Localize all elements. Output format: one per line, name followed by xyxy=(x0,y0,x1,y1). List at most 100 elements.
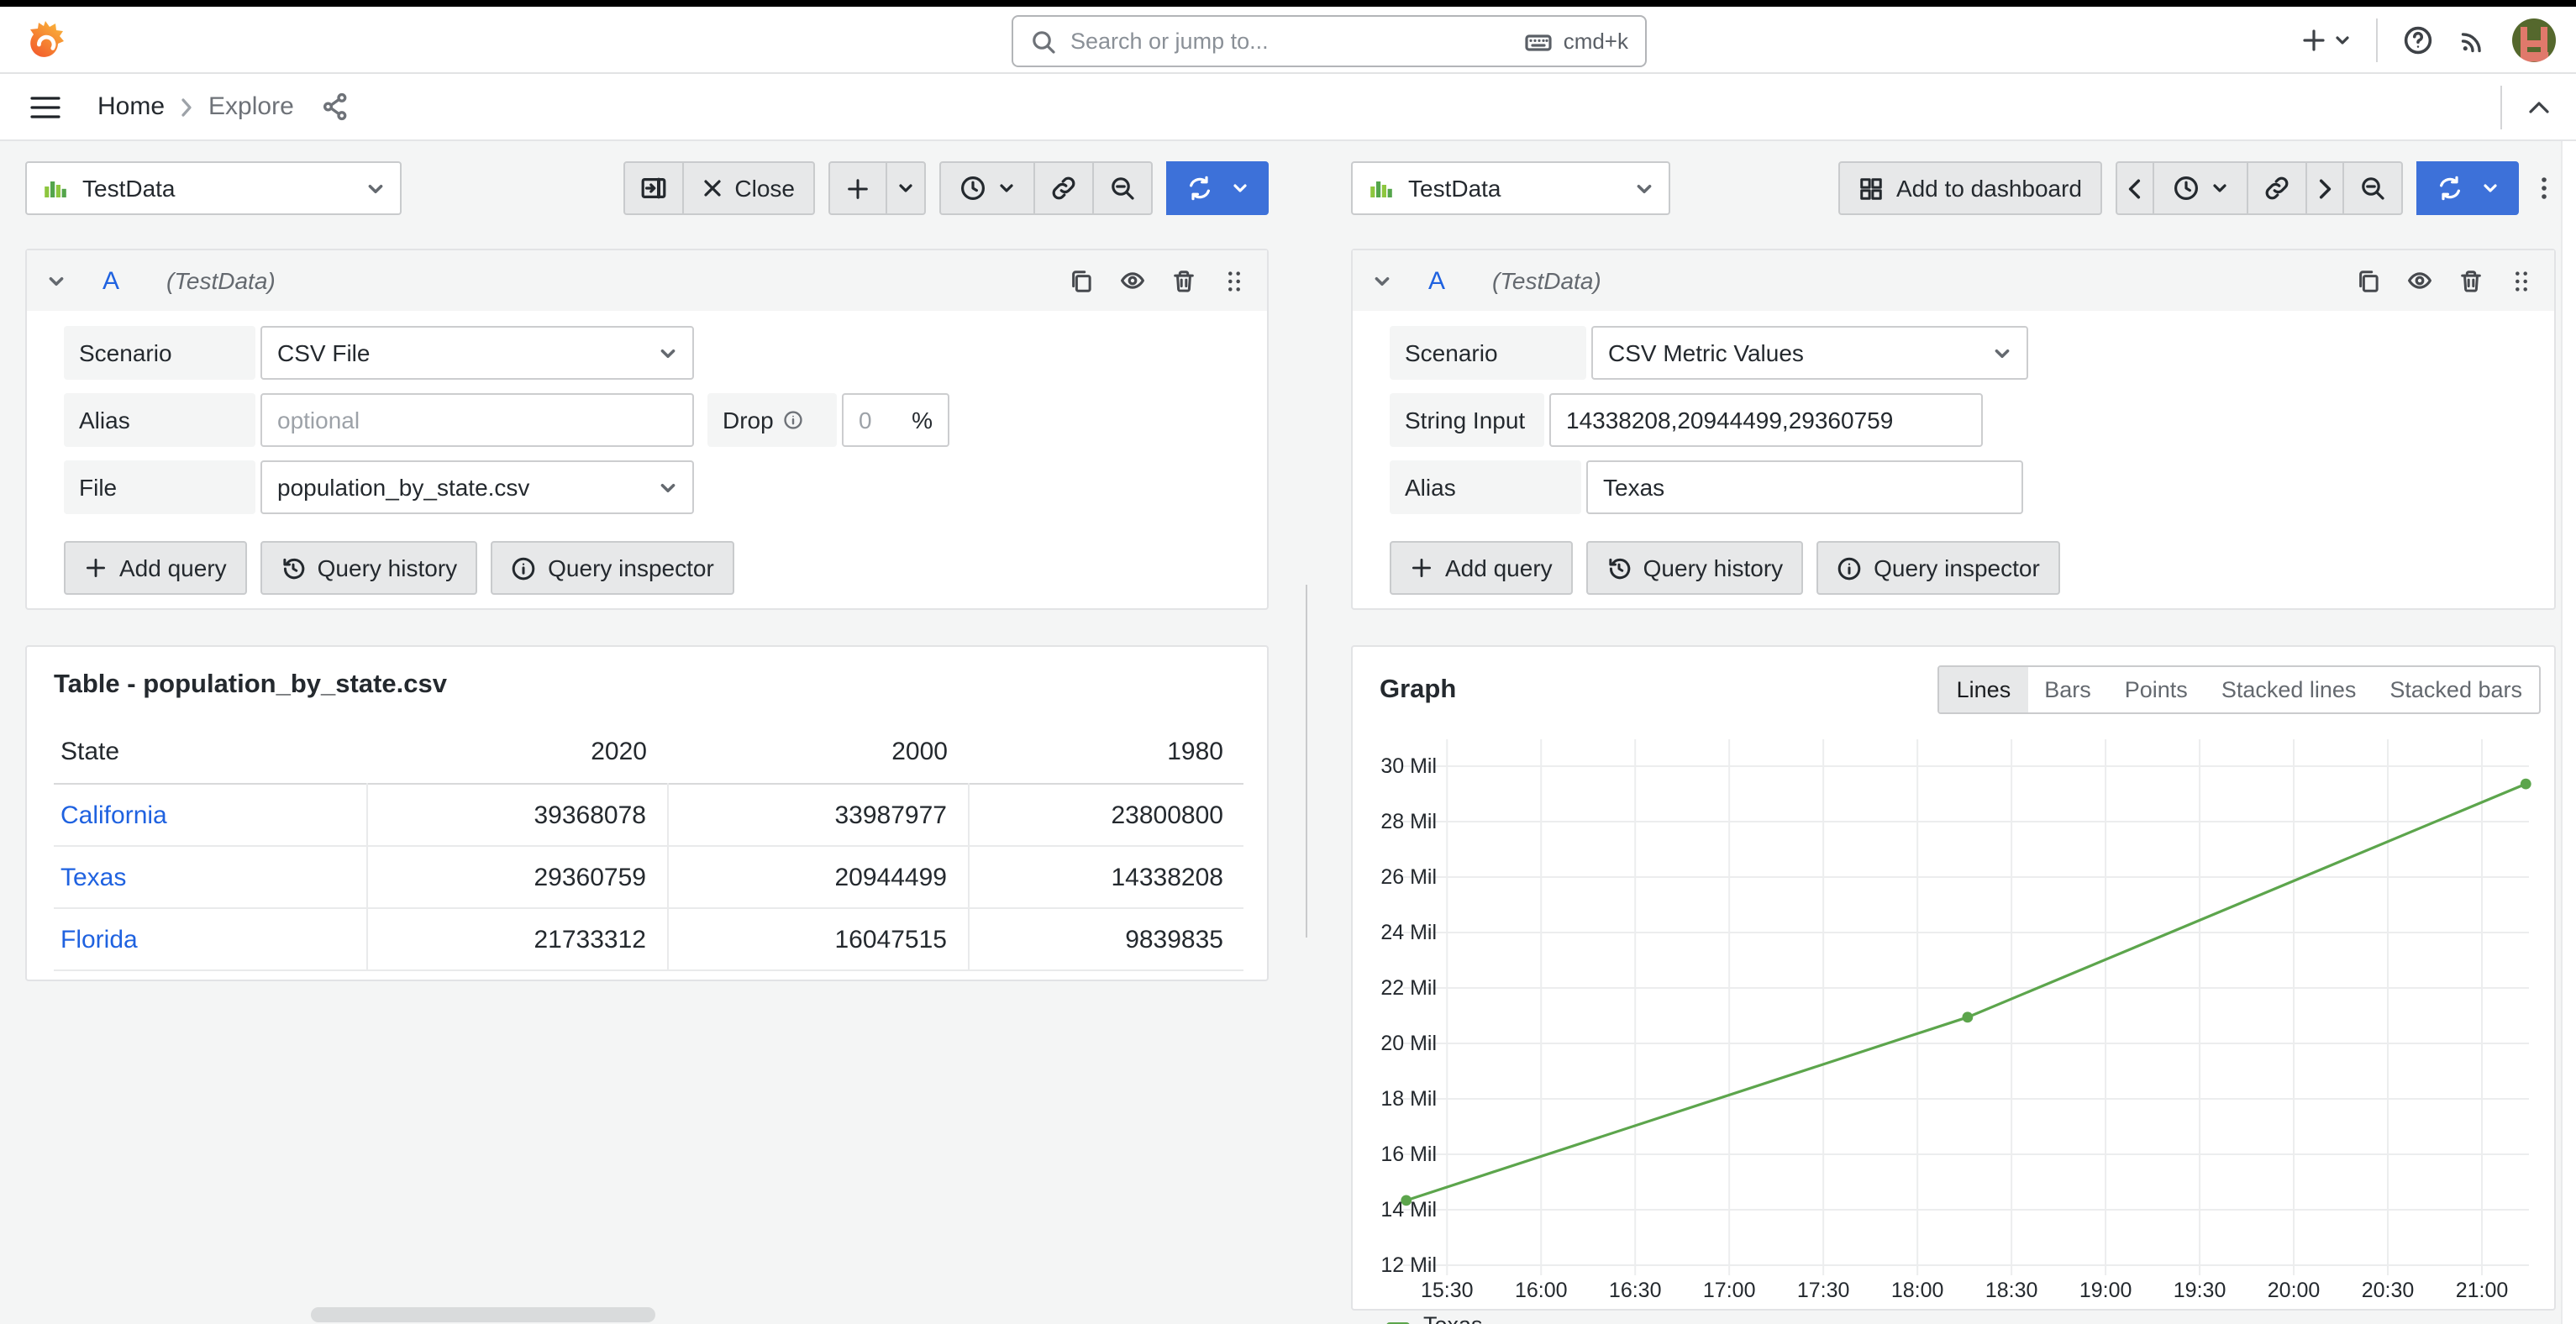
breadcrumb-home[interactable]: Home xyxy=(97,92,165,121)
new-menu-button[interactable] xyxy=(2300,27,2351,54)
time-picker-button-left[interactable] xyxy=(939,161,1035,215)
mode-stacked-bars[interactable]: Stacked bars xyxy=(2373,667,2539,712)
search-input[interactable]: Search or jump to... cmd+k xyxy=(1012,15,1647,67)
query-ref-id[interactable]: A xyxy=(103,266,119,295)
clock-icon xyxy=(959,175,986,202)
state-link[interactable]: Texas xyxy=(60,863,126,891)
cell-state: California xyxy=(54,784,366,846)
mode-points[interactable]: Points xyxy=(2108,667,2205,712)
query-history-button[interactable]: Query history xyxy=(260,541,478,595)
link-button-right[interactable] xyxy=(2247,161,2307,215)
more-menu-button[interactable] xyxy=(2532,161,2556,215)
svg-text:16:30: 16:30 xyxy=(1609,1279,1662,1302)
explore-pane-right: TestData Add to dashboard xyxy=(1351,161,2556,1311)
query-ref-id[interactable]: A xyxy=(1428,266,1445,295)
string-input-field[interactable]: 14338208,20944499,29360759 xyxy=(1549,393,1983,447)
mode-lines[interactable]: Lines xyxy=(1940,667,2028,712)
graph-legend[interactable]: Texas xyxy=(1380,1312,2541,1324)
column-header-2020[interactable]: 2020 xyxy=(366,728,667,784)
drag-grip-icon[interactable] xyxy=(2509,268,2534,293)
user-avatar[interactable] xyxy=(2512,18,2556,62)
scrollbar-gutter xyxy=(2561,141,2576,1324)
alias-input[interactable]: Texas xyxy=(1586,460,2023,514)
run-query-button-right[interactable] xyxy=(2416,161,2519,215)
remove-query-trash-icon[interactable] xyxy=(1171,268,1196,293)
breadcrumb-separator-icon xyxy=(180,97,193,117)
mode-bars[interactable]: Bars xyxy=(2027,667,2108,712)
file-select[interactable]: population_by_state.csv xyxy=(260,460,694,514)
drop-percent-input[interactable]: 0 % xyxy=(842,393,949,447)
grafana-logo-icon[interactable] xyxy=(24,18,67,62)
plus-icon xyxy=(2300,27,2327,54)
search-shortcut: cmd+k xyxy=(1525,28,1628,55)
hide-query-eye-icon[interactable] xyxy=(2406,267,2433,294)
column-header-1980[interactable]: 1980 xyxy=(968,728,1243,784)
query-header-right[interactable]: A (TestData) xyxy=(1353,250,2554,311)
cell-value: 16047515 xyxy=(667,908,968,970)
table-row: California 39368078 33987977 23800800 xyxy=(54,784,1243,846)
add-panel-button[interactable] xyxy=(828,161,887,215)
four-squares-grid-icon xyxy=(1859,176,1885,201)
copy-query-icon[interactable] xyxy=(2356,268,2381,293)
query-body-right: Scenario CSV Metric Values String Input xyxy=(1353,311,2554,528)
column-header-state[interactable]: State xyxy=(54,728,366,784)
drag-grip-icon[interactable] xyxy=(1222,268,1247,293)
link-button-left[interactable] xyxy=(1033,161,1094,215)
file-label: File xyxy=(64,460,255,514)
query-inspector-button[interactable]: Query inspector xyxy=(491,541,734,595)
history-clock-icon xyxy=(281,555,306,581)
time-picker-button-right[interactable] xyxy=(2153,161,2248,215)
datasource-picker-left[interactable]: TestData xyxy=(25,161,402,215)
right-toolbar-actions: Add to dashboard xyxy=(1839,161,2556,215)
add-panel-dropdown-button[interactable] xyxy=(886,161,926,215)
time-shift-forward-button[interactable] xyxy=(2305,161,2344,215)
svg-text:22 Mil: 22 Mil xyxy=(1380,976,1437,1000)
state-link[interactable]: Florida xyxy=(60,925,138,954)
copy-query-icon[interactable] xyxy=(1069,268,1094,293)
horizontal-scrollbar-thumb[interactable] xyxy=(311,1307,655,1322)
hamburger-menu-icon[interactable] xyxy=(30,95,60,118)
scenario-label: Scenario xyxy=(64,326,255,380)
scenario-select[interactable]: CSV File xyxy=(260,326,694,380)
chevron-up-icon[interactable] xyxy=(2526,97,2552,117)
zoom-out-button-right[interactable] xyxy=(2342,161,2403,215)
query-inspector-button[interactable]: Query inspector xyxy=(1816,541,2060,595)
query-history-button[interactable]: Query history xyxy=(1586,541,1804,595)
svg-text:15:30: 15:30 xyxy=(1421,1279,1474,1302)
collapse-chevron-icon[interactable] xyxy=(1373,271,1391,290)
svg-text:18:30: 18:30 xyxy=(1985,1279,2038,1302)
state-link[interactable]: California xyxy=(60,801,167,829)
datasource-picker-right[interactable]: TestData xyxy=(1351,161,1670,215)
drop-label: Drop xyxy=(707,393,837,447)
run-query-button-left[interactable] xyxy=(1166,161,1269,215)
news-button[interactable] xyxy=(2458,26,2487,55)
zoom-out-button-left[interactable] xyxy=(1092,161,1153,215)
query-header-icons xyxy=(1069,267,1247,294)
question-circle-icon xyxy=(2403,25,2433,55)
help-button[interactable] xyxy=(2403,25,2433,55)
sync-refresh-icon xyxy=(1186,175,1213,202)
scenario-select[interactable]: CSV Metric Values xyxy=(1591,326,2028,380)
add-query-button[interactable]: Add query xyxy=(1390,541,1573,595)
collapse-chevron-icon[interactable] xyxy=(47,271,66,290)
time-shift-back-button[interactable] xyxy=(2116,161,2154,215)
split-view-button[interactable] xyxy=(623,161,684,215)
column-header-2000[interactable]: 2000 xyxy=(667,728,968,784)
add-to-dashboard-button[interactable]: Add to dashboard xyxy=(1839,161,2102,215)
pane-resize-handle[interactable] xyxy=(1306,585,1307,938)
alias-input[interactable]: optional xyxy=(260,393,694,447)
table-row: Texas 29360759 20944499 14338208 xyxy=(54,846,1243,908)
chevron-down-icon xyxy=(998,180,1015,197)
mode-stacked-lines[interactable]: Stacked lines xyxy=(2205,667,2374,712)
share-alt-icon[interactable] xyxy=(321,92,350,121)
chevron-down-icon xyxy=(1635,179,1653,197)
close-split-button[interactable]: Close xyxy=(682,161,815,215)
add-query-button[interactable]: Add query xyxy=(64,541,247,595)
chevron-down-icon xyxy=(1232,180,1249,197)
query-header-left[interactable]: A (TestData) xyxy=(27,250,1267,311)
hide-query-eye-icon[interactable] xyxy=(1119,267,1146,294)
graph-canvas[interactable]: 30 Mil28 Mil26 Mil24 Mil22 Mil20 Mil18 M… xyxy=(1380,729,2544,1309)
info-circle-icon xyxy=(511,555,536,581)
remove-query-trash-icon[interactable] xyxy=(2458,268,2484,293)
cell-value: 14338208 xyxy=(968,846,1243,908)
